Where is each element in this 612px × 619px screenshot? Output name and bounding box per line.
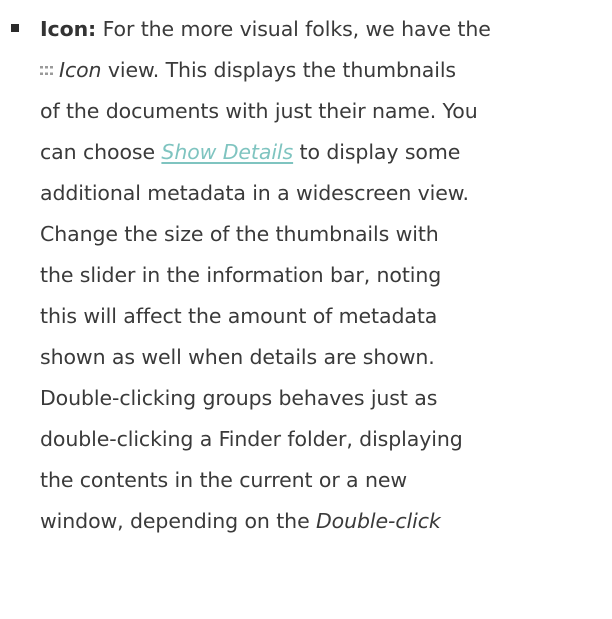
text-segment: view. This displays the thumbnails <box>101 58 457 82</box>
text-segment: can choose <box>40 140 162 164</box>
text-line-5: additional metadata in a widescreen view… <box>40 181 469 205</box>
view-name: Icon <box>59 58 102 82</box>
text-line-1: Icon: For the more visual folks, we have… <box>40 9 610 50</box>
text-line-7: the slider in the information bar, notin… <box>40 263 442 287</box>
text-segment: to display some <box>293 140 461 164</box>
text-line-11: double-clicking a Finder folder, display… <box>40 427 463 451</box>
text-line-2: Icon view. This displays the thumbnails <box>40 50 610 91</box>
text-segment: window, depending on the <box>40 509 316 533</box>
term-label: Icon: <box>40 17 97 41</box>
text-line-12: the contents in the current or a new <box>40 468 408 492</box>
text-line-4: can choose Show Details to display some <box>40 132 610 173</box>
text-line-9: shown as well when details are shown. <box>40 345 435 369</box>
text-line-10: Double-clicking groups behaves just as <box>40 386 438 410</box>
list-item-paragraph: Icon: For the more visual folks, we have… <box>40 9 610 542</box>
text-line-6: Change the size of the thumbnails with <box>40 222 439 246</box>
double-click-term: Double-click <box>316 509 441 533</box>
text-line-3: of the documents with just their name. Y… <box>40 99 478 123</box>
show-details-link[interactable]: Show Details <box>161 140 293 164</box>
bullet-marker <box>11 24 19 32</box>
document-page: Icon: For the more visual folks, we have… <box>0 0 612 619</box>
text-line-13: window, depending on the Double-click <box>40 501 610 542</box>
text-line-8: this will affect the amount of metadata <box>40 304 438 328</box>
text-segment: For the more visual folks, we have the <box>96 17 491 41</box>
grid-view-icon <box>40 66 53 75</box>
